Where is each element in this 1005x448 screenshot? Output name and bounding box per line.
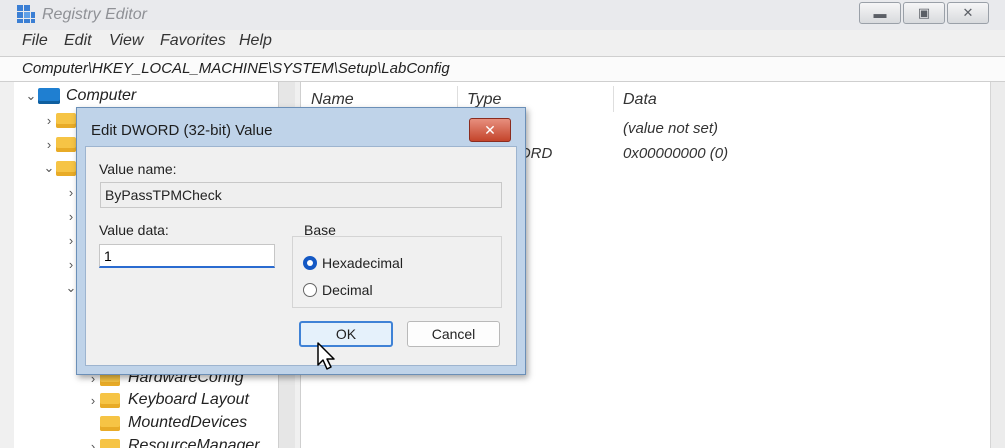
row-data: (value not set) <box>623 120 719 137</box>
chevron-right-icon[interactable]: › <box>42 137 56 152</box>
menu-bar: File Edit View Favorites Help <box>0 30 1005 54</box>
chevron-down-icon[interactable]: ⌄ <box>42 160 56 176</box>
value-data-input[interactable] <box>99 244 275 268</box>
maximize-button[interactable]: ▣ <box>903 2 945 24</box>
chevron-right-icon[interactable]: › <box>86 393 100 408</box>
value-name-field: ByPassTPMCheck <box>100 182 502 208</box>
ok-button[interactable]: OK <box>299 321 393 347</box>
decimal-option[interactable]: Decimal <box>303 282 373 298</box>
decimal-label: Decimal <box>322 282 373 298</box>
tree-label: ResourceManager <box>128 437 260 448</box>
menu-edit[interactable]: Edit <box>64 32 92 50</box>
hexadecimal-radio[interactable] <box>303 256 317 270</box>
chevron-down-icon[interactable]: ⌄ <box>24 88 38 104</box>
hexadecimal-label: Hexadecimal <box>322 255 403 271</box>
tree-node-mounteddevices[interactable]: MountedDevices <box>100 413 247 433</box>
tree-label: Keyboard Layout <box>128 391 249 408</box>
menu-help[interactable]: Help <box>239 32 272 50</box>
folder-icon <box>100 415 120 431</box>
dialog-body: Value name: ByPassTPMCheck Value data: B… <box>85 146 517 366</box>
tree-label: Computer <box>66 87 137 104</box>
folder-icon <box>100 392 120 408</box>
close-window-button[interactable]: ✕ <box>947 2 989 24</box>
column-divider[interactable] <box>613 86 614 112</box>
minimize-button[interactable]: ▬ <box>859 2 901 24</box>
edit-dword-dialog: Edit DWORD (32-bit) Value ✕ Value name: … <box>76 107 526 375</box>
title-bar: Registry Editor ▬ ▣ ✕ <box>0 0 1005 30</box>
dialog-close-button[interactable]: ✕ <box>469 118 511 142</box>
address-bar[interactable]: Computer\HKEY_LOCAL_MACHINE\SYSTEM\Setup… <box>0 56 1005 82</box>
folder-icon <box>56 136 76 152</box>
address-path: Computer\HKEY_LOCAL_MACHINE\SYSTEM\Setup… <box>22 60 450 77</box>
mouse-pointer-icon <box>317 342 335 370</box>
menu-favorites[interactable]: Favorites <box>160 32 226 50</box>
column-header-data[interactable]: Data <box>623 91 657 109</box>
folder-icon <box>56 160 76 176</box>
registry-editor-window: Registry Editor ▬ ▣ ✕ File Edit View Fav… <box>0 0 1005 448</box>
computer-icon <box>38 88 60 104</box>
folder-icon <box>56 112 76 128</box>
tree-node-keyboard-layout[interactable]: › Keyboard Layout <box>86 390 249 410</box>
value-data-label: Value data: <box>99 222 169 238</box>
chevron-right-icon[interactable]: › <box>86 439 100 448</box>
tree-label: MountedDevices <box>128 414 248 431</box>
tree-node-resourcemanager[interactable]: › ResourceManager <box>86 436 260 448</box>
value-name-text: ByPassTPMCheck <box>105 187 222 203</box>
menu-file[interactable]: File <box>22 32 48 50</box>
base-group: Hexadecimal Decimal <box>292 236 502 308</box>
menu-view[interactable]: View <box>109 32 143 50</box>
tree-node-computer[interactable]: ⌄ Computer <box>24 86 136 106</box>
hexadecimal-option[interactable]: Hexadecimal <box>303 255 403 271</box>
decimal-radio[interactable] <box>303 283 317 297</box>
chevron-right-icon[interactable]: › <box>42 113 56 128</box>
folder-icon <box>100 438 120 448</box>
cancel-button[interactable]: Cancel <box>407 321 500 347</box>
value-name-label: Value name: <box>99 161 177 177</box>
window-title: Registry Editor <box>42 6 147 23</box>
list-scrollbar[interactable] <box>990 82 1005 448</box>
dialog-title: Edit DWORD (32-bit) Value <box>91 122 273 139</box>
row-data: 0x00000000 (0) <box>623 145 729 162</box>
registry-app-icon <box>17 5 35 23</box>
